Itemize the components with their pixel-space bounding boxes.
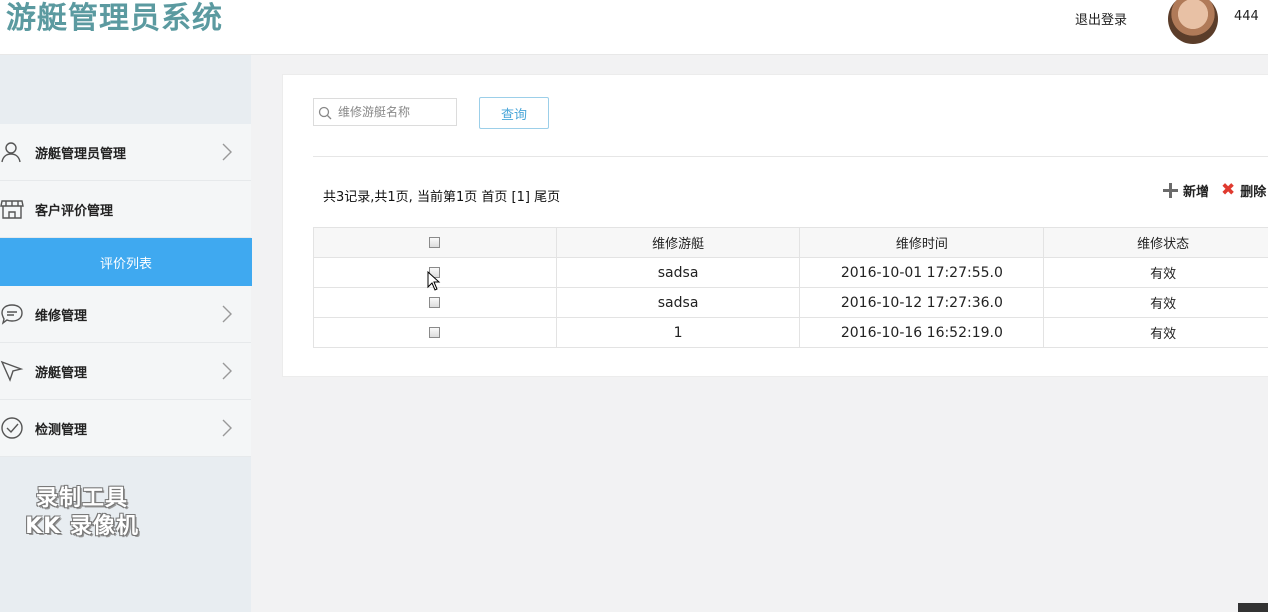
- sidebar-item-label: 检测管理: [35, 422, 88, 438]
- repair-table: 维修游艇 维修时间 维修状态 sadsa 2016-10-01 17:27:55…: [313, 227, 1268, 348]
- search-input[interactable]: [338, 102, 452, 122]
- table-row: sadsa 2016-10-12 17:27:36.0 有效: [313, 287, 1268, 318]
- query-button[interactable]: 查询: [479, 97, 549, 129]
- table-row: sadsa 2016-10-01 17:27:55.0 有效: [313, 257, 1268, 288]
- table-header-row: 维修游艇 维修时间 维修状态: [313, 227, 1268, 258]
- chevron-right-icon: [222, 305, 232, 323]
- app-title: 游艇管理员系统: [6, 1, 223, 36]
- chevron-right-icon: [222, 362, 232, 380]
- content-panel: 查询 共3记录,共1页, 当前第1页 首页 [1] 尾页 新增 ✖ 删除 维修游…: [282, 74, 1268, 377]
- select-all-cell: [313, 227, 557, 258]
- time-cell: 2016-10-01 17:27:55.0: [799, 257, 1045, 288]
- sidebar-item-yacht-management[interactable]: 游艇管理: [0, 343, 251, 400]
- status-cell: 有效: [1043, 317, 1268, 348]
- status-cell: 有效: [1043, 257, 1268, 288]
- logout-link[interactable]: 退出登录: [1075, 9, 1127, 28]
- sidebar: 游艇管理员管理 客户评价管理 评价列表 维修管理 游艇管理 检测管理 录制工具 …: [0, 55, 252, 612]
- sidebar-item-review-management[interactable]: 客户评价管理: [0, 181, 251, 238]
- watermark-line-1: 录制工具: [35, 486, 128, 511]
- sidebar-subitem-review-list[interactable]: 评价列表: [0, 238, 252, 286]
- recorder-watermark: 录制工具 KK 录像机: [12, 485, 152, 541]
- search-box[interactable]: [313, 98, 457, 126]
- toolbar: 新增 ✖ 删除: [1163, 181, 1266, 200]
- avatar[interactable]: [1168, 0, 1218, 44]
- last-page-link[interactable]: 尾页: [534, 190, 560, 205]
- search-icon: [318, 106, 332, 120]
- checkbox-cell: [313, 287, 557, 318]
- watermark-line-2: KK 录像机: [25, 514, 139, 539]
- current-page-link[interactable]: [1]: [512, 190, 530, 205]
- checkbox-cell: [313, 317, 557, 348]
- check-circle-icon: [1, 417, 23, 439]
- user-icon: [1, 142, 21, 163]
- boat-cell: 1: [555, 317, 801, 348]
- record-summary: 共3记录,共1页, 当前第1页: [323, 190, 478, 205]
- select-all-checkbox[interactable]: [429, 237, 441, 248]
- chevron-right-icon: [222, 143, 232, 161]
- cursor-arrow-icon: [0, 360, 24, 382]
- chevron-right-icon: [222, 419, 232, 437]
- divider: [313, 156, 1268, 157]
- chat-bubble-icon: [1, 304, 23, 325]
- delete-label: 删除: [1240, 185, 1267, 200]
- column-header: 维修时间: [799, 227, 1045, 258]
- sidebar-menu: 游艇管理员管理 客户评价管理 评价列表 维修管理 游艇管理 检测管理: [0, 124, 252, 457]
- boat-cell: sadsa: [555, 287, 801, 318]
- store-icon: [0, 200, 24, 219]
- column-header: 维修游艇: [555, 227, 801, 258]
- username: 444: [1234, 9, 1259, 24]
- mouse-pointer-icon: [427, 271, 441, 291]
- row-checkbox[interactable]: [429, 297, 441, 308]
- sidebar-item-repair-management[interactable]: 维修管理: [0, 286, 251, 343]
- sidebar-item-label: 游艇管理: [35, 365, 88, 381]
- status-cell: 有效: [1043, 287, 1268, 318]
- sidebar-item-label: 维修管理: [35, 308, 88, 324]
- sidebar-item-admin-management[interactable]: 游艇管理员管理: [0, 124, 251, 181]
- time-cell: 2016-10-12 17:27:36.0: [799, 287, 1045, 318]
- sidebar-item-label: 客户评价管理: [35, 203, 114, 219]
- add-label: 新增: [1183, 185, 1210, 200]
- sidebar-item-label: 游艇管理员管理: [35, 146, 127, 162]
- row-checkbox[interactable]: [429, 327, 441, 338]
- table-row: 1 2016-10-16 16:52:19.0 有效: [313, 317, 1268, 348]
- delete-button[interactable]: ✖ 删除: [1221, 180, 1267, 201]
- top-header: 游艇管理员系统 退出登录 444: [0, 0, 1268, 55]
- sidebar-item-inspection-management[interactable]: 检测管理: [0, 400, 251, 457]
- pagination-info: 共3记录,共1页, 当前第1页 首页 [1] 尾页: [323, 186, 560, 205]
- boat-cell: sadsa: [555, 257, 801, 288]
- close-icon: ✖: [1221, 180, 1236, 200]
- sidebar-top-spacer: [0, 55, 251, 124]
- plus-icon: [1163, 183, 1178, 198]
- corner-widget: [1238, 603, 1268, 612]
- time-cell: 2016-10-16 16:52:19.0: [799, 317, 1045, 348]
- add-button[interactable]: 新增: [1163, 181, 1209, 200]
- column-header: 维修状态: [1043, 227, 1268, 258]
- first-page-link[interactable]: 首页: [481, 190, 507, 205]
